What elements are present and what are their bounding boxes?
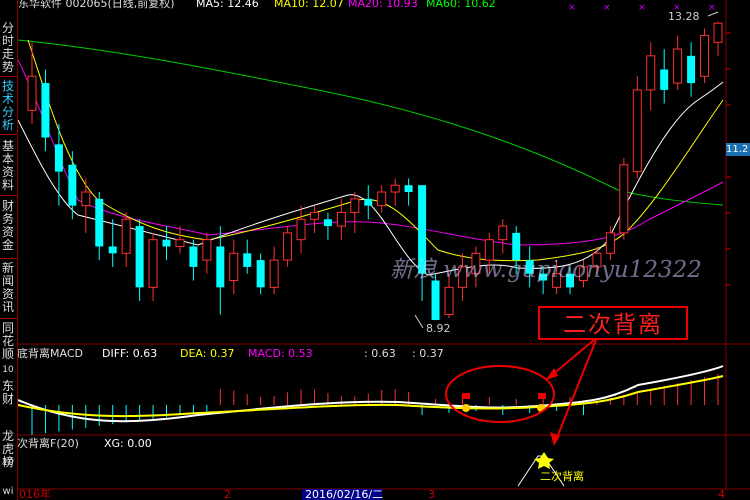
signal-scale-left: 10 — [2, 458, 14, 468]
svg-text:×: × — [603, 3, 611, 13]
candle-body — [700, 34, 710, 77]
candle-body — [81, 191, 91, 207]
candle-body — [713, 22, 723, 43]
candle-body — [283, 232, 293, 261]
macd-diff: DIFF: 0.63 — [102, 347, 157, 360]
macd-value: MACD: 0.53 — [248, 347, 313, 360]
tab-fenshi[interactable]: 分时走势 — [0, 22, 16, 74]
candle-body — [336, 211, 346, 227]
tab-dongcai[interactable]: 东财 — [0, 380, 16, 406]
tab-tonghuashun[interactable]: 同花顺 — [0, 322, 16, 361]
current-price-tag: 11.2 — [726, 143, 750, 156]
macd-extra1: : 0.63 — [364, 347, 396, 360]
macd-extra2: : 0.37 — [412, 347, 444, 360]
signal-label: 二次背离 — [540, 469, 584, 483]
axis-month4: 4 — [718, 488, 725, 500]
low-pointer — [414, 314, 424, 329]
candle-body — [27, 75, 37, 111]
candle-body — [687, 55, 696, 84]
arrow-head — [546, 368, 558, 380]
divergence-marker — [538, 393, 546, 399]
svg-text:×: × — [638, 3, 646, 13]
candle-body — [175, 239, 185, 247]
watermark: 新浪 www.gupiaonyu12322 — [390, 257, 702, 283]
candle-body — [148, 239, 158, 288]
ma10-line — [27, 39, 724, 262]
candle-body — [350, 198, 360, 213]
divergence-marker — [462, 393, 470, 399]
candle-body — [202, 239, 212, 261]
candle-body — [108, 246, 117, 254]
tab-jiben[interactable]: 基本资料 — [0, 140, 16, 192]
candle-body — [309, 211, 319, 220]
macd-dea: DEA: 0.37 — [180, 347, 234, 360]
axis-month3: 3 — [428, 488, 435, 500]
candle-body — [256, 260, 265, 288]
candle-body — [135, 226, 144, 288]
price-ticks — [726, 32, 731, 286]
candle-body — [646, 55, 656, 91]
signal-title: 二次背离F(20) — [18, 436, 79, 450]
svg-text:×: × — [708, 3, 716, 13]
axis-month2: 2 — [224, 488, 231, 500]
candle-body — [364, 198, 373, 206]
candle-body — [431, 280, 440, 321]
low-label: 8.92 — [426, 322, 451, 335]
axis-year: 2016年 — [18, 487, 51, 500]
candle-body — [189, 246, 198, 267]
candle-body — [216, 246, 225, 288]
candle-body — [229, 252, 239, 282]
candle-body — [323, 219, 332, 227]
stock-title: 东华软件 002065(日线,前复权) — [18, 0, 175, 10]
candle-body — [243, 253, 252, 267]
candle-body — [632, 89, 642, 173]
candle-body — [377, 191, 387, 207]
diff-line — [18, 365, 724, 423]
candle-body — [660, 69, 669, 90]
candle-body — [269, 259, 279, 288]
macd-scale-left: 10 — [2, 365, 14, 375]
selected-date[interactable]: 2016/02/16/二 — [305, 488, 383, 500]
tab-jishu[interactable]: 技术分析 — [0, 80, 16, 132]
ma60-line — [18, 39, 724, 206]
candle-body — [619, 164, 629, 234]
ma20-line — [18, 59, 724, 246]
dea-line — [18, 375, 724, 418]
bottom-left-label: wi — [2, 486, 14, 497]
candle-body — [390, 184, 400, 193]
candle-body — [498, 225, 508, 241]
high-label: 13.28 — [668, 10, 700, 23]
divergence-dot — [462, 404, 470, 412]
tab-caiwu[interactable]: 财务资金 — [0, 200, 16, 252]
signal-xg: XG: 0.00 — [104, 437, 152, 450]
ma60-label: MA60: 10.62 — [426, 0, 496, 10]
candle-body — [41, 83, 50, 138]
candle-body — [95, 198, 104, 247]
ma20-label: MA20: 10.93 — [348, 0, 418, 10]
candle-body — [54, 144, 63, 172]
candle-body — [673, 48, 683, 84]
annotation-box: 二次背离 — [538, 306, 688, 340]
svg-text:×: × — [568, 3, 576, 13]
candle-body — [68, 164, 77, 206]
candle-body — [444, 286, 454, 316]
candle-body — [162, 239, 171, 247]
ma5-label: MA5: 12.46 — [196, 0, 259, 10]
ma10-label: MA10: 12.07 — [274, 0, 344, 10]
candle-body — [404, 185, 413, 193]
candle-body — [121, 218, 131, 254]
candle-body — [296, 218, 306, 241]
tab-xinwen[interactable]: 新闻资讯 — [0, 262, 16, 314]
macd-title: 顶底背离MACD — [18, 346, 83, 360]
